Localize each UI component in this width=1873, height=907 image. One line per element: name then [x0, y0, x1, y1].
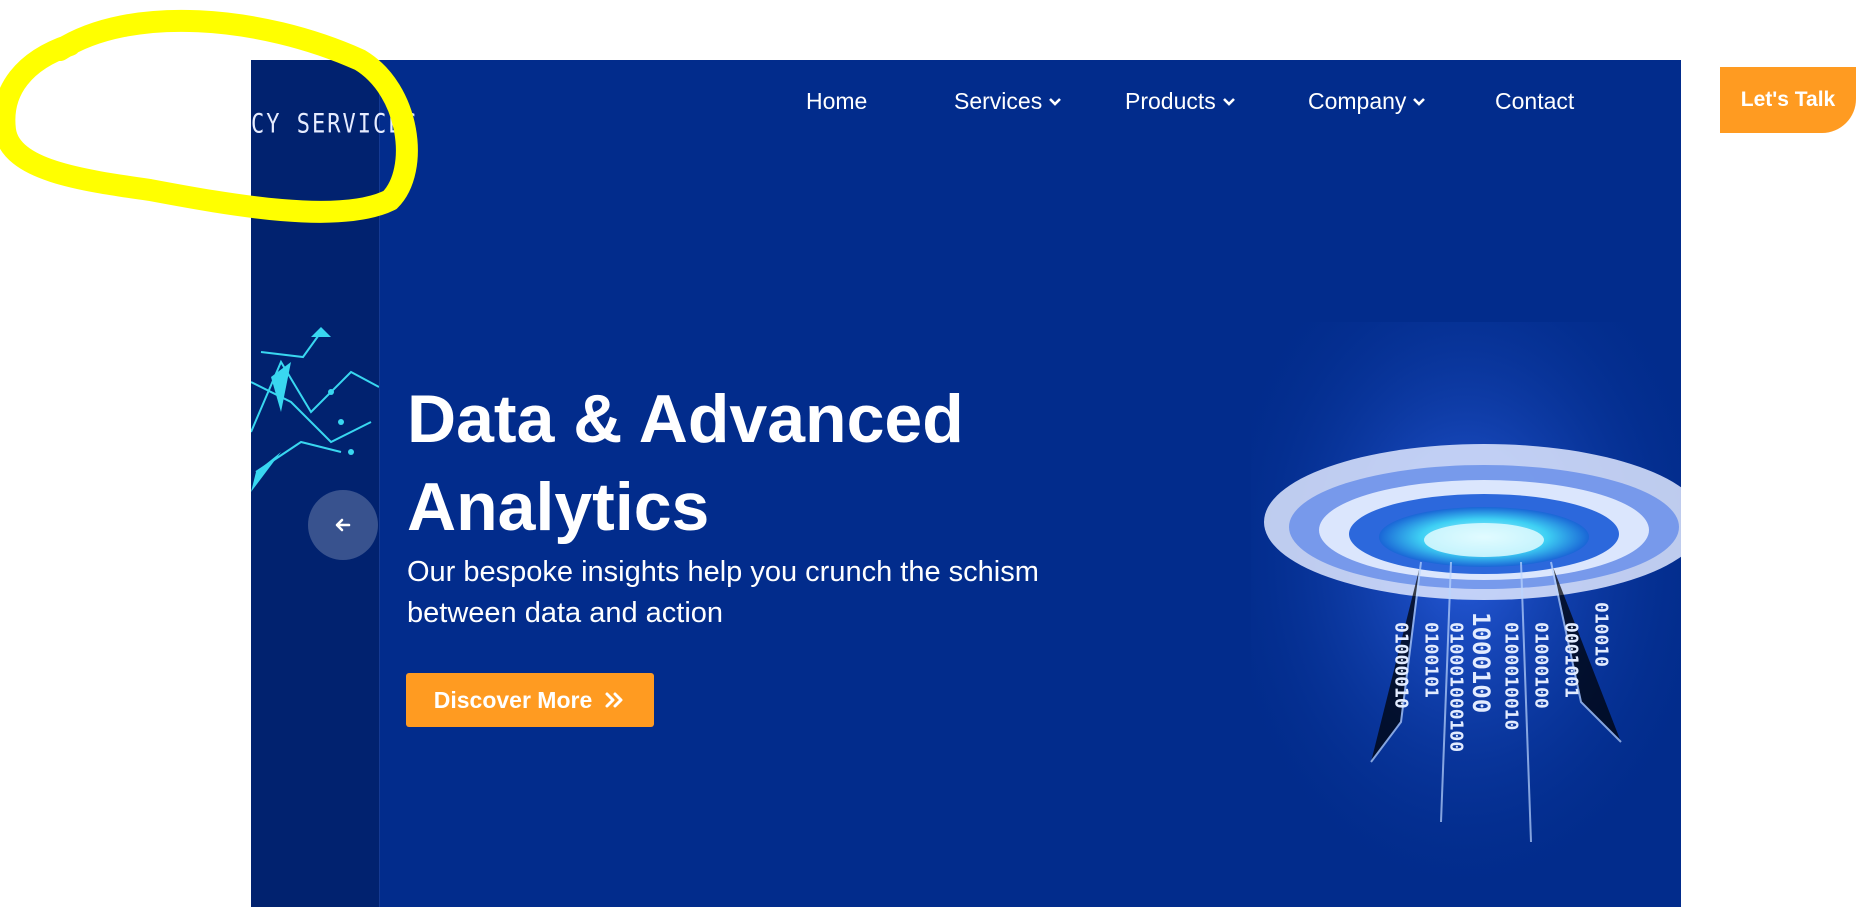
headline-line-2: Analytics	[407, 469, 710, 545]
svg-text:01000100: 01000100	[1531, 622, 1552, 709]
main-nav: Home Services Products Company Contact	[251, 88, 1681, 128]
svg-text:010001000100: 010001000100	[1446, 622, 1467, 752]
nav-contact-label: Contact	[1495, 88, 1575, 114]
arrow-left-icon	[335, 518, 351, 532]
hero-slider: CY SERVICES Home Services Products Compa…	[251, 60, 1681, 907]
nav-products-label: Products	[1125, 88, 1216, 114]
subtitle-line-1: Our bespoke insights help you crunch the…	[407, 556, 1039, 588]
chevron-down-icon	[1222, 97, 1235, 106]
nav-home[interactable]: Home	[806, 88, 867, 115]
headline-line-1: Data & Advanced	[407, 381, 964, 457]
nav-home-label: Home	[806, 88, 868, 114]
svg-text:010010: 010010	[1591, 602, 1612, 667]
double-chevron-right-icon	[605, 692, 623, 708]
discover-more-label: Discover More	[433, 686, 593, 713]
svg-text:0001001: 0001001	[1561, 622, 1582, 698]
hero-headline: Data & Advanced Analytics	[407, 375, 1107, 551]
nav-company[interactable]: Company	[1308, 88, 1426, 115]
svg-text:1000100: 1000100	[1467, 612, 1495, 713]
side-panel: CY SERVICES	[251, 60, 417, 907]
network-graphic	[251, 327, 379, 492]
nav-services-label: Services	[954, 88, 1043, 114]
slider-prev-button[interactable]	[308, 490, 378, 560]
svg-text:01000010: 01000010	[1391, 622, 1412, 709]
chevron-down-icon	[1413, 97, 1426, 106]
nav-products[interactable]: Products	[1125, 88, 1236, 115]
subtitle-line-2: between data and action	[407, 597, 724, 629]
hero-subtitle: Our bespoke insights help you crunch the…	[407, 552, 1107, 634]
nav-services[interactable]: Services	[954, 88, 1062, 115]
lets-talk-button[interactable]: Let's Talk	[1720, 67, 1856, 133]
svg-text:0100010010: 0100010010	[1501, 622, 1522, 730]
nav-company-label: Company	[1308, 88, 1407, 114]
data-vortex-illustration: 01000010 0100101 010001000100 1000100 01…	[1251, 322, 1681, 907]
chevron-down-icon	[1049, 97, 1062, 106]
discover-more-button[interactable]: Discover More	[406, 673, 654, 727]
svg-text:0100101: 0100101	[1421, 622, 1442, 698]
nav-contact[interactable]: Contact	[1495, 88, 1574, 115]
